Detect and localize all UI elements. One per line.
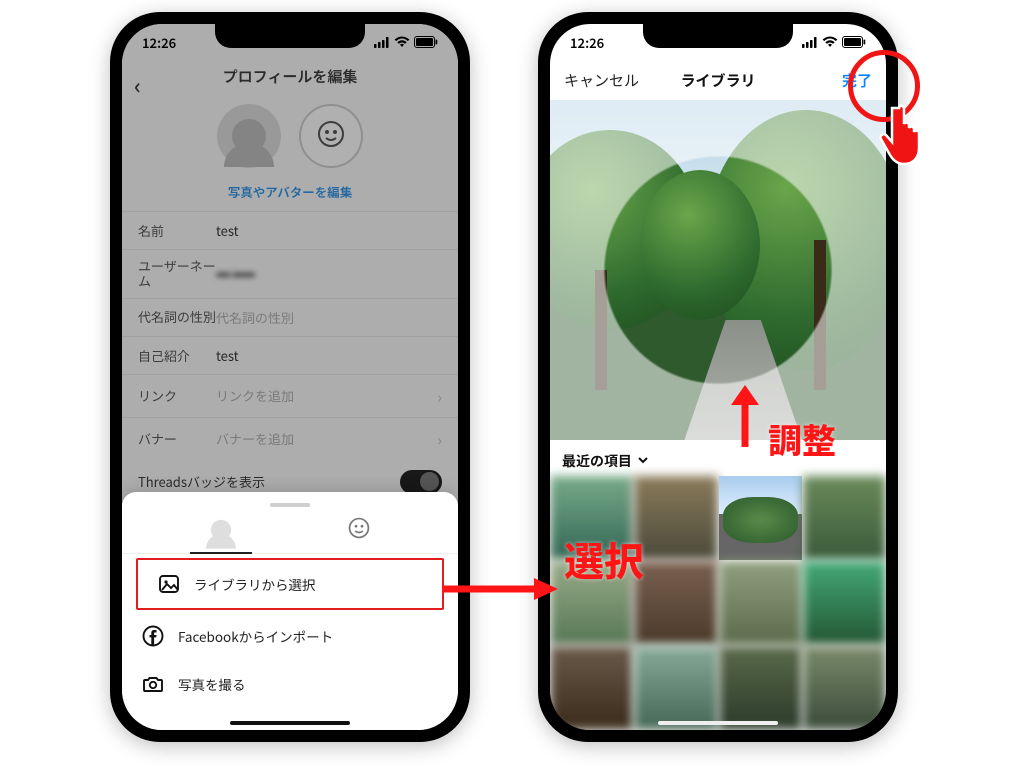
status-indicators (802, 33, 866, 52)
avatar-face-icon (347, 516, 371, 545)
annotation-adjust-label: 調整 (768, 414, 836, 463)
option-take-photo[interactable]: 写真を撮る (122, 660, 458, 708)
profile-photo-slot[interactable] (217, 104, 281, 168)
photo-thumbnail[interactable] (719, 646, 802, 730)
wifi-icon (822, 33, 838, 52)
avatar-face-icon (317, 120, 345, 153)
threads-badge-toggle[interactable] (400, 470, 442, 494)
crop-preview[interactable] (550, 100, 886, 440)
photo-grid (550, 476, 886, 730)
link-label: リンク (138, 386, 216, 405)
edit-photo-link[interactable]: 写真やアバターを編集 (122, 182, 458, 201)
signal-icon (374, 33, 390, 52)
name-field[interactable]: test (216, 221, 442, 240)
chevron-right-icon: › (437, 427, 442, 451)
facebook-icon (142, 625, 164, 647)
option-label: Facebookからインポート (178, 626, 333, 646)
avatar-slot[interactable] (299, 104, 363, 168)
option-label: ライブラリから選択 (194, 574, 316, 594)
bio-field[interactable]: test (216, 346, 442, 365)
option-label: 写真を撮る (178, 674, 246, 694)
back-chevron-icon[interactable]: ‹ (134, 69, 141, 101)
page-title: プロフィールを編集 (223, 66, 358, 87)
notch (643, 24, 793, 48)
annotation-up-arrow-icon (728, 385, 762, 450)
person-icon (232, 119, 266, 153)
pronouns-label: 代名詞の性別 (138, 310, 216, 325)
username-label: ユーザーネーム (138, 259, 216, 289)
wifi-icon (394, 33, 410, 52)
option-from-library[interactable]: ライブラリから選択 (138, 560, 442, 608)
photo-thumbnail[interactable] (634, 561, 717, 645)
status-time: 12:26 (570, 33, 604, 52)
phone-mockup-right: 12:26 キャンセル ライブラリ 完了 (538, 12, 898, 742)
photo-thumbnail[interactable] (719, 561, 802, 645)
photo-thumbnail[interactable] (803, 646, 886, 730)
camera-icon (142, 673, 164, 695)
annotation-right-arrow-icon (440, 576, 560, 602)
battery-icon (842, 33, 866, 52)
photo-thumbnail[interactable] (550, 646, 633, 730)
cancel-button[interactable]: キャンセル (564, 70, 639, 91)
tutorial-canvas: 12:26 ‹ プロフィールを編集 (0, 0, 1024, 770)
annotation-select-label: 選択 (564, 530, 644, 588)
home-indicator[interactable] (658, 721, 778, 725)
picker-title: ライブラリ (680, 70, 755, 91)
sheet-tab-avatar[interactable] (342, 513, 376, 547)
chevron-right-icon: › (437, 384, 442, 408)
photo-thumbnail[interactable] (719, 476, 802, 560)
notch (215, 24, 365, 48)
bio-label: 自己紹介 (138, 346, 216, 365)
picker-navbar: キャンセル ライブラリ 完了 (550, 60, 886, 100)
sheet-tab-photo[interactable] (204, 513, 238, 547)
link-field[interactable]: リンクを追加 (216, 386, 437, 405)
photo-thumbnail[interactable] (634, 476, 717, 560)
photo-thumbnail[interactable] (803, 561, 886, 645)
status-time: 12:26 (142, 33, 176, 52)
person-icon (211, 520, 231, 540)
chevron-down-icon (637, 451, 649, 471)
photo-source-sheet: ライブラリから選択 Facebookからインポート 写真を撮る (122, 492, 458, 730)
status-indicators (374, 33, 438, 52)
banner-label: バナー (138, 429, 216, 448)
home-indicator[interactable] (230, 721, 350, 725)
name-label: 名前 (138, 221, 216, 240)
signal-icon (802, 33, 818, 52)
annotation-highlight-box: ライブラリから選択 (136, 558, 444, 610)
username-field[interactable]: ••• ••••• (216, 263, 442, 284)
threads-badge-label: Threadsバッジを表示 (138, 472, 265, 491)
option-import-facebook[interactable]: Facebookからインポート (122, 612, 458, 660)
sheet-grip[interactable] (270, 503, 310, 507)
banner-field[interactable]: バナーを追加 (216, 429, 437, 448)
picture-icon (158, 573, 180, 595)
album-name: 最近の項目 (562, 451, 632, 471)
battery-icon (414, 33, 438, 52)
photo-thumbnail[interactable] (634, 646, 717, 730)
pronouns-field[interactable]: 代名詞の性別 (216, 308, 442, 327)
annotation-pointer-hand-icon (879, 102, 934, 172)
photo-thumbnail[interactable] (803, 476, 886, 560)
phone-mockup-left: 12:26 ‹ プロフィールを編集 (110, 12, 470, 742)
